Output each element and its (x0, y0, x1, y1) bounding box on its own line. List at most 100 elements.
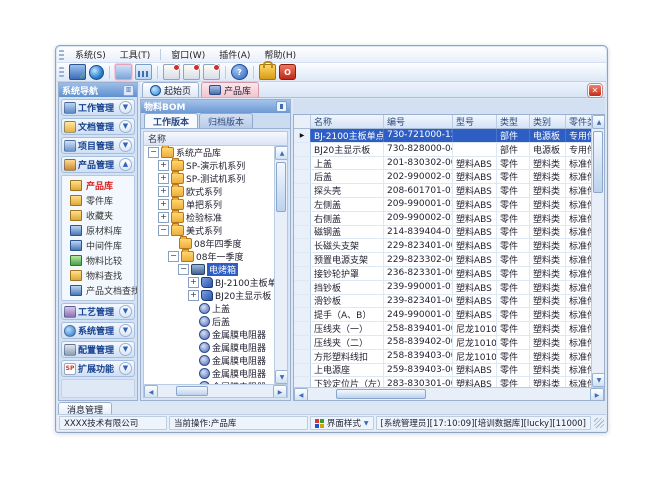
table-row[interactable]: 接钞轮护罩236-823301-00E塑料ABS零件塑料类标准件外协条 (294, 267, 591, 281)
menubar-grip[interactable] (59, 50, 64, 60)
column-header-编号[interactable]: 编号 (384, 115, 453, 128)
sidebar-item-产品库[interactable]: 产品库 (62, 178, 134, 193)
chevron-up-icon[interactable]: ▲ (119, 158, 132, 171)
sidebar-group-扩展功能[interactable]: SP扩展功能▼ (61, 360, 135, 377)
tree-node[interactable]: 08年四季度 (144, 237, 274, 250)
sidebar-item-物料查找[interactable]: 物料查找 (62, 268, 134, 283)
stop-icon[interactable]: O (279, 64, 296, 80)
collapse-icon[interactable]: − (178, 264, 189, 275)
sidebar-item-中间件库[interactable]: 中间件库 (62, 238, 134, 253)
scroll-up-icon[interactable]: ▲ (275, 146, 287, 160)
help-icon[interactable]: ? (231, 64, 248, 80)
sidebar-item-产品文档查找[interactable]: 产品文档查找 (62, 283, 134, 298)
tree-node[interactable]: −系统产品库 (144, 146, 274, 159)
sidebar-header-button[interactable]: ▥ (123, 85, 134, 96)
column-header-型号[interactable]: 型号 (453, 115, 497, 128)
table-row[interactable]: ▶BJ-2100主板单点730-721000-12E部件电源板专用件外协颗 (294, 129, 591, 143)
column-header-类型[interactable]: 类型 (497, 115, 530, 128)
sidebar-group-工艺管理[interactable]: 工艺管理▼ (61, 303, 135, 320)
mail-icon-3[interactable] (203, 64, 220, 80)
chevron-down-icon[interactable]: ▼ (119, 120, 132, 133)
pin-icon[interactable] (276, 101, 287, 112)
tree-node[interactable]: +SP-测试机系列 (144, 172, 274, 185)
expand-icon[interactable]: + (158, 212, 169, 223)
folder-icon[interactable] (115, 64, 132, 80)
tree-node[interactable]: +单把系列 (144, 198, 274, 211)
menu-item[interactable]: 帮助(H) (257, 47, 303, 62)
display-icon[interactable] (69, 64, 86, 80)
table-row[interactable]: 左侧盖209-990001-01E塑料ABS零件塑料类标准件外协条 (294, 198, 591, 212)
menu-item[interactable]: 系统(S) (68, 47, 113, 62)
expand-icon[interactable]: + (188, 277, 199, 288)
scroll-thumb[interactable] (276, 162, 286, 212)
sidebar-group-系统管理[interactable]: 系统管理▼ (61, 322, 135, 339)
tree-node[interactable]: 金属膜电阻器 (144, 354, 274, 367)
scroll-down-icon[interactable]: ▼ (275, 370, 287, 384)
tab-工作版本[interactable]: 工作版本 (144, 113, 198, 128)
tree-node[interactable]: 金属膜电阻器 (144, 367, 274, 380)
chevron-down-icon[interactable]: ▼ (119, 139, 132, 152)
lock-icon[interactable] (259, 64, 276, 80)
tree-node[interactable]: +检验标准 (144, 211, 274, 224)
tree-node[interactable]: 上盖 (144, 302, 274, 315)
tree-node[interactable]: +BJ-2100主板单点 (144, 276, 274, 289)
table-row[interactable]: 挡钞板239-990001-01E塑料ABS零件塑料类标准件外协条 (294, 281, 591, 295)
expand-icon[interactable]: + (158, 173, 169, 184)
scroll-left-icon[interactable]: ◀ (294, 388, 308, 401)
tree-node[interactable]: +SP-演示机系列 (144, 159, 274, 172)
tree-node[interactable]: 后盖 (144, 315, 274, 328)
menu-item[interactable]: 工具(T) (113, 47, 158, 62)
table-row[interactable]: 下钞定位片（左）283-830301-00E塑料ABS零件塑料类标准件外协条 (294, 377, 591, 387)
chevron-down-icon[interactable]: ▼ (119, 362, 132, 375)
chevron-down-icon[interactable]: ▼ (119, 101, 132, 114)
table-row[interactable]: 提手（A、B）249-990001-01E塑料ABS零件塑料类标准件外协条 (294, 308, 591, 322)
table-row[interactable]: 后盖202-990002-01E塑料ABS零件塑料类标准件外协条 (294, 170, 591, 184)
column-header-零件类型[interactable]: 零件类型 (566, 115, 591, 128)
sidebar-group-项目管理[interactable]: 项目管理▼ (61, 137, 135, 154)
mail-icon-1[interactable] (163, 64, 180, 80)
close-icon[interactable]: ✕ (588, 84, 602, 97)
sidebar-group-工作管理[interactable]: 工作管理▼ (61, 99, 135, 116)
expand-icon[interactable]: + (158, 199, 169, 210)
column-header-类别[interactable]: 类别 (530, 115, 566, 128)
table-row[interactable]: 右侧盖209-990002-01E塑料ABS零件塑料类标准件外协条 (294, 212, 591, 226)
collapse-icon[interactable]: − (148, 147, 159, 158)
sidebar-item-原材料库[interactable]: 原材料库 (62, 223, 134, 238)
tab-起始页[interactable]: 起始页 (142, 82, 199, 97)
sidebar-group-文档管理[interactable]: 文档管理▼ (61, 118, 135, 135)
table-row[interactable]: 压线夹（一）258-839401-00E尼龙1010零件塑料类标准件外协条 (294, 322, 591, 336)
scroll-thumb[interactable] (593, 131, 603, 193)
table-row[interactable]: 预置电源支架229-823302-00E塑料ABS零件塑料类标准件外协条 (294, 253, 591, 267)
table-row[interactable]: 长磁头支架229-823401-00E塑料ABS零件塑料类标准件外协条 (294, 239, 591, 253)
menu-item[interactable]: 窗口(W) (164, 47, 212, 62)
table-row[interactable]: BJ20主显示板730-828000-04E部件电源板专用件外协颗 (294, 143, 591, 157)
sidebar-group-配置管理[interactable]: 配置管理▼ (61, 341, 135, 358)
tree-node[interactable]: 金属膜电阻器 (144, 341, 274, 354)
tree-node[interactable]: −08年一季度 (144, 250, 274, 263)
menu-item[interactable]: 插件(A) (212, 47, 257, 62)
tree-node[interactable]: 金属膜电阻器 (144, 328, 274, 341)
mail-icon-2[interactable] (183, 64, 200, 80)
column-header-名称[interactable]: 名称 (311, 115, 384, 128)
collapse-icon[interactable]: − (158, 225, 169, 236)
tree-node[interactable]: −美式系列 (144, 224, 274, 237)
collapse-icon[interactable]: − (168, 251, 179, 262)
globe-icon[interactable] (89, 65, 104, 80)
tree-node[interactable]: +欧式系列 (144, 185, 274, 198)
expand-icon[interactable]: + (158, 186, 169, 197)
report-icon[interactable] (135, 64, 152, 80)
tree-column-header[interactable]: 名称 (144, 132, 287, 146)
expand-icon[interactable]: + (158, 160, 169, 171)
sidebar-item-收藏夹[interactable]: 收藏夹 (62, 208, 134, 223)
tree-horizontal-scrollbar[interactable]: ◀ ▶ (144, 384, 287, 397)
table-row[interactable]: 上盖201-830302-00E塑料ABS零件塑料类标准件外协条 (294, 157, 591, 171)
tab-归档版本[interactable]: 归档版本 (199, 113, 253, 128)
scroll-thumb[interactable] (336, 389, 426, 399)
scroll-left-icon[interactable]: ◀ (144, 385, 158, 398)
scroll-thumb[interactable] (176, 386, 208, 396)
grid-horizontal-scrollbar[interactable]: ◀ ▶ (294, 387, 604, 400)
table-row[interactable]: 方形塑料线扣258-839403-00E尼龙1010零件塑料类标准件外协条 (294, 350, 591, 364)
grid-vertical-scrollbar[interactable]: ▲ ▼ (591, 115, 604, 387)
table-row[interactable]: 滑钞板239-823401-00E塑料ABS零件塑料类标准件外协条 (294, 295, 591, 309)
sidebar-item-零件库[interactable]: 零件库 (62, 193, 134, 208)
